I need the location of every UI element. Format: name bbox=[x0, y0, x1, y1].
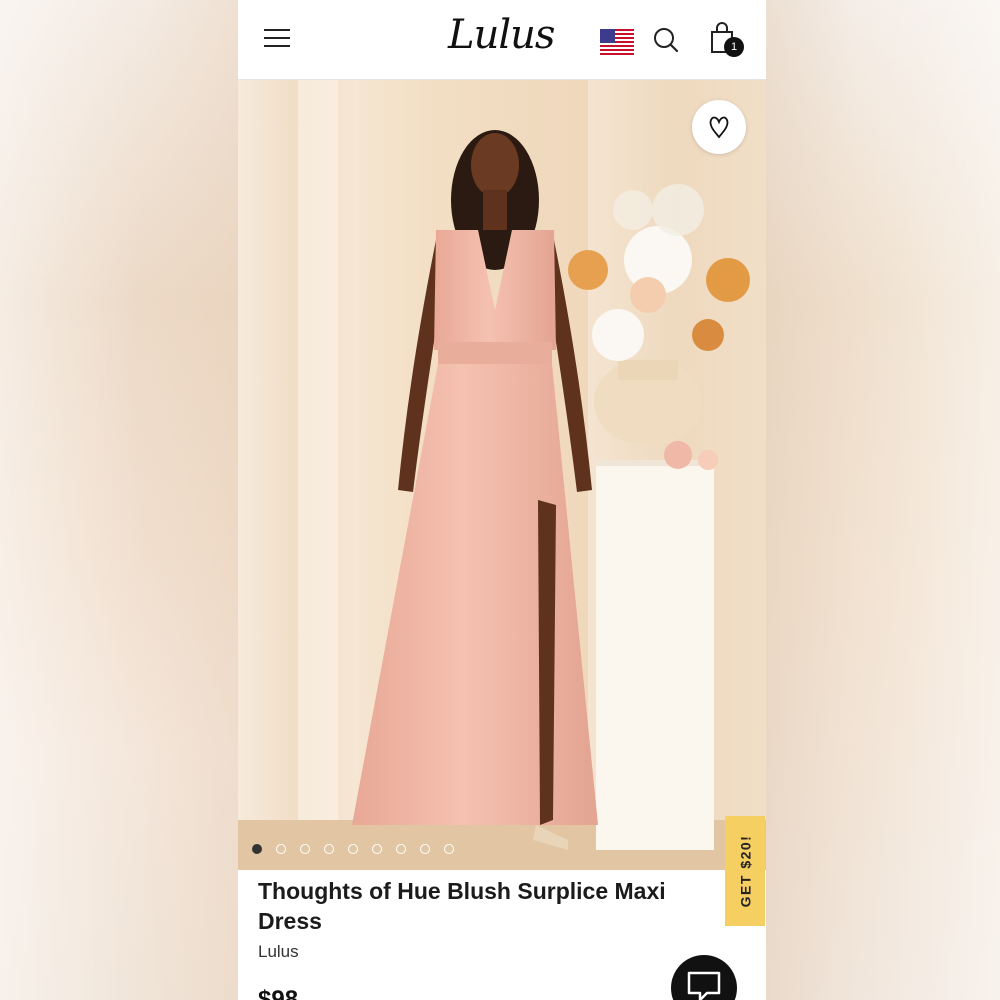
product-page: Lulus 1 GET $20! Thoughts of Hue Blush S… bbox=[238, 0, 766, 1000]
carousel-dot[interactable] bbox=[276, 844, 286, 854]
background-left-blur bbox=[0, 0, 238, 1000]
search-icon[interactable] bbox=[652, 26, 680, 54]
carousel-dot[interactable] bbox=[444, 844, 454, 854]
curtain-backdrop bbox=[238, 80, 766, 870]
carousel-dot[interactable] bbox=[324, 844, 334, 854]
site-logo[interactable]: Lulus bbox=[448, 10, 555, 60]
promo-label: GET $20! bbox=[737, 834, 754, 908]
product-image[interactable] bbox=[238, 80, 766, 870]
heart-icon bbox=[709, 116, 729, 139]
carousel-dot[interactable] bbox=[252, 844, 262, 854]
wishlist-button[interactable] bbox=[692, 100, 746, 154]
promo-tab[interactable]: GET $20! bbox=[725, 816, 765, 926]
carousel-dot[interactable] bbox=[372, 844, 382, 854]
chat-button[interactable] bbox=[671, 955, 737, 1000]
chat-icon bbox=[687, 971, 721, 1000]
carousel-dot[interactable] bbox=[348, 844, 358, 854]
image-carousel-dots bbox=[252, 844, 454, 856]
carousel-dot[interactable] bbox=[420, 844, 430, 854]
cart-count-badge: 1 bbox=[724, 37, 744, 57]
us-flag-icon[interactable] bbox=[600, 29, 634, 55]
site-header: Lulus 1 bbox=[238, 0, 766, 80]
product-title: Thoughts of Hue Blush Surplice Maxi Dres… bbox=[258, 878, 666, 934]
carousel-dot[interactable] bbox=[396, 844, 406, 854]
background-right-blur bbox=[766, 0, 1000, 1000]
product-price: $98 bbox=[258, 986, 299, 1000]
carousel-dot[interactable] bbox=[300, 844, 310, 854]
product-brand[interactable]: Lulus bbox=[258, 942, 299, 962]
hamburger-menu-icon[interactable] bbox=[264, 27, 290, 49]
